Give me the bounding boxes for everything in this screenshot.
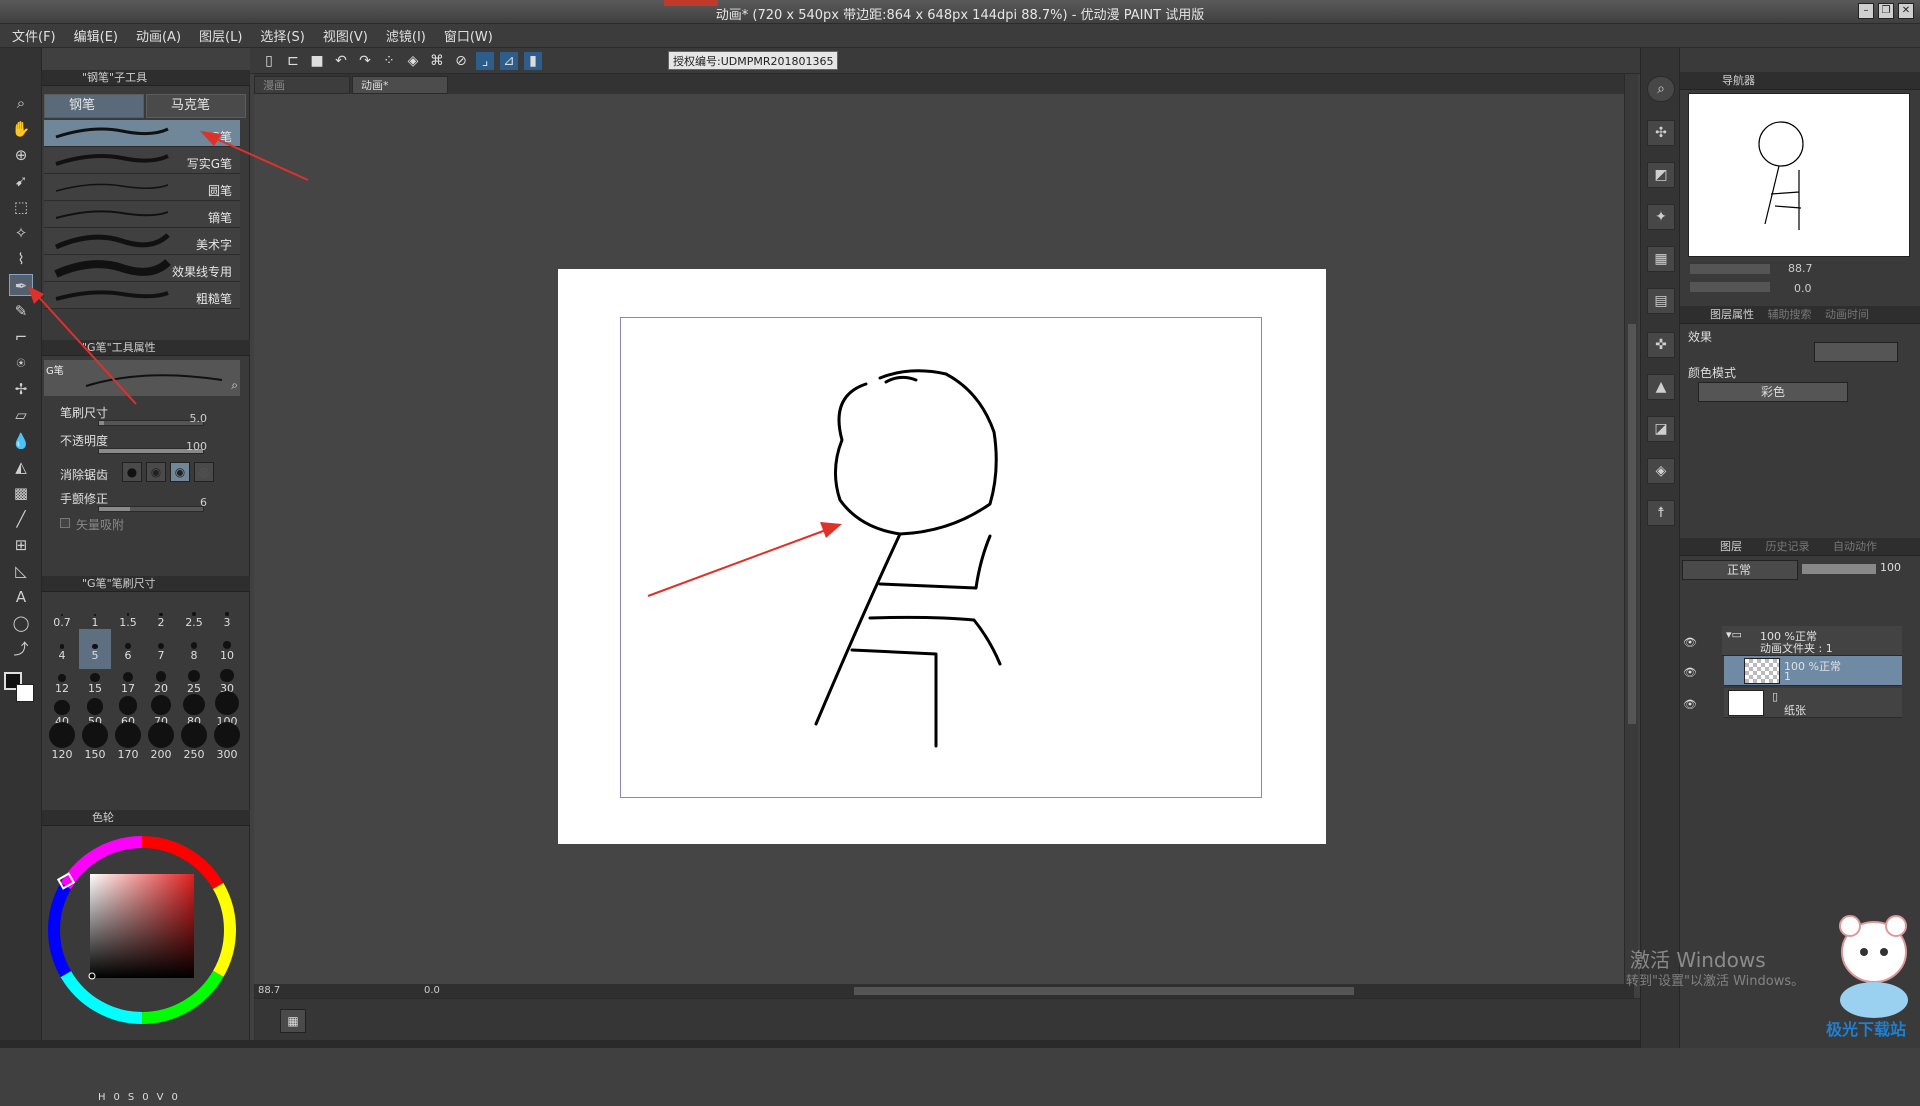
activate-windows-subtitle: 转到"设置"以激活 Windows。 (1626, 974, 1805, 989)
figure-back (814, 532, 902, 726)
bottom-strip (0, 1040, 1920, 1048)
navigator-tab[interactable]: 导航器 (1680, 72, 1920, 90)
material-icon[interactable]: ✣ (1647, 120, 1675, 146)
material-bg-icon[interactable]: ▲ (1647, 374, 1675, 400)
site-logo: 极光下载站 (1822, 904, 1920, 1040)
layer-name: 1 (1784, 670, 1791, 683)
layer-opacity-value[interactable]: 100 (1880, 561, 1901, 574)
vertical-scrollbar[interactable] (1624, 74, 1638, 984)
figure-hair (884, 375, 918, 384)
search-icon[interactable]: ⌕ (1647, 76, 1675, 102)
blend-mode-value: 正常 (1727, 563, 1752, 577)
navigator-preview-drawing (1758, 121, 1804, 230)
tab-layers[interactable]: 图层 (1720, 540, 1742, 553)
right-icon-strip: ⌕ ✣ ◩ ✦ ▦ ▤ ✜ ▲ ◪ ◈ ☨ (1640, 48, 1680, 1048)
timeline-icon[interactable]: ▦ (280, 1009, 306, 1033)
visibility-eye-icon[interactable]: 👁 (1683, 666, 1697, 680)
tab-layer-property[interactable]: 图层属性 (1710, 308, 1754, 321)
annotation-arrows (28, 131, 842, 597)
layer-name: 纸张 (1784, 704, 1806, 717)
scroll-thumb[interactable] (1628, 324, 1636, 724)
hsv-v-label: V (156, 1092, 164, 1103)
layer-thumbnail (1744, 658, 1780, 684)
navigator-zoom-value[interactable]: 88.7 (1788, 262, 1813, 275)
tab-animation-cel[interactable]: 动画时间 (1825, 308, 1869, 321)
visibility-eye-icon[interactable]: 👁 (1683, 698, 1697, 712)
navigator-preview[interactable] (1688, 93, 1910, 257)
layer-row-animation-folder[interactable]: ▾▭ 100 %正常 动画文件夹 : 1 (1722, 626, 1902, 656)
layer-property-tabs: 图层属性 辅助搜索 动画时间 (1680, 306, 1920, 324)
hsv-s-value: 0 (142, 1092, 149, 1103)
activate-windows-title: 激活 Windows (1630, 948, 1766, 972)
arrow-line (35, 293, 137, 405)
stick-figure (814, 369, 1002, 748)
material-object-icon[interactable]: ◪ (1647, 416, 1675, 442)
tab-history[interactable]: 历史记录 (1766, 540, 1810, 553)
hsv-h-value: 0 (113, 1092, 120, 1103)
effect-label: 效果 (1688, 330, 1713, 344)
tab-auto-action[interactable]: 自动动作 (1833, 540, 1877, 553)
horizontal-scrollbar[interactable] (854, 987, 1354, 995)
arrow-line (647, 529, 827, 597)
material-image-icon[interactable]: ◩ (1647, 162, 1675, 188)
rotation-value[interactable]: 0.0 (424, 984, 440, 998)
layer-thumbnail (1728, 690, 1764, 716)
logo-text: 极光下载站 (1826, 1020, 1907, 1039)
material-tone-icon[interactable]: ▦ (1647, 246, 1675, 272)
layer-row-cel-1[interactable]: 100 %正常 1 (1724, 656, 1902, 686)
layer-blend-info: 100 %正常 (1784, 660, 1841, 673)
hsv-h-label: H (98, 1092, 106, 1103)
navigator-rotation-slider[interactable] (1690, 282, 1770, 292)
status-bar: 88.7 0.0 (254, 984, 1634, 998)
arrow-head (200, 131, 222, 146)
navigator-zoom-slider[interactable] (1690, 264, 1770, 274)
material-effect-icon[interactable]: ✜ (1647, 332, 1675, 358)
arrow-line (209, 135, 309, 181)
layer-name: 动画文件夹 : 1 (1760, 642, 1833, 655)
arrow-head (820, 522, 842, 538)
material-frame-icon[interactable]: ▤ (1647, 288, 1675, 314)
layer-row-paper[interactable]: ▯ 纸张 (1724, 688, 1902, 718)
layers-tabs: 图层 历史记录 自动动作 (1680, 538, 1920, 556)
timeline-panel: ▦ (254, 998, 1640, 1042)
color-mode-label: 颜色模式 (1688, 366, 1737, 380)
hsv-readout: H0 S0 V0 (98, 1092, 238, 1106)
material-pose-icon[interactable]: ☨ (1647, 500, 1675, 526)
zoom-value[interactable]: 88.7 (258, 984, 280, 998)
color-mode-value: 彩色 (1760, 385, 1785, 399)
figure-head (834, 369, 998, 536)
navigator-controls: 88.7 0.0 (1688, 262, 1910, 298)
tab-search-assist[interactable]: 辅助搜索 (1768, 308, 1812, 321)
hsv-v-value: 0 (171, 1092, 178, 1103)
material-3d-icon[interactable]: ◈ (1647, 458, 1675, 484)
visibility-eye-icon[interactable]: 👁 (1683, 636, 1697, 650)
figure-leg (850, 648, 938, 748)
folder-icon: ▾▭ (1726, 628, 1742, 641)
blend-mode-select[interactable]: 正常 (1682, 560, 1798, 580)
color-mode-select[interactable]: 彩色 (1698, 382, 1848, 402)
navigator-rotation-value[interactable]: 0.0 (1794, 282, 1812, 295)
hsv-s-label: S (127, 1092, 135, 1103)
layer-opacity-slider[interactable] (1802, 564, 1876, 574)
effect-options[interactable] (1814, 342, 1898, 362)
material-pattern-icon[interactable]: ✦ (1647, 204, 1675, 230)
paper-icon: ▯ (1772, 690, 1779, 703)
